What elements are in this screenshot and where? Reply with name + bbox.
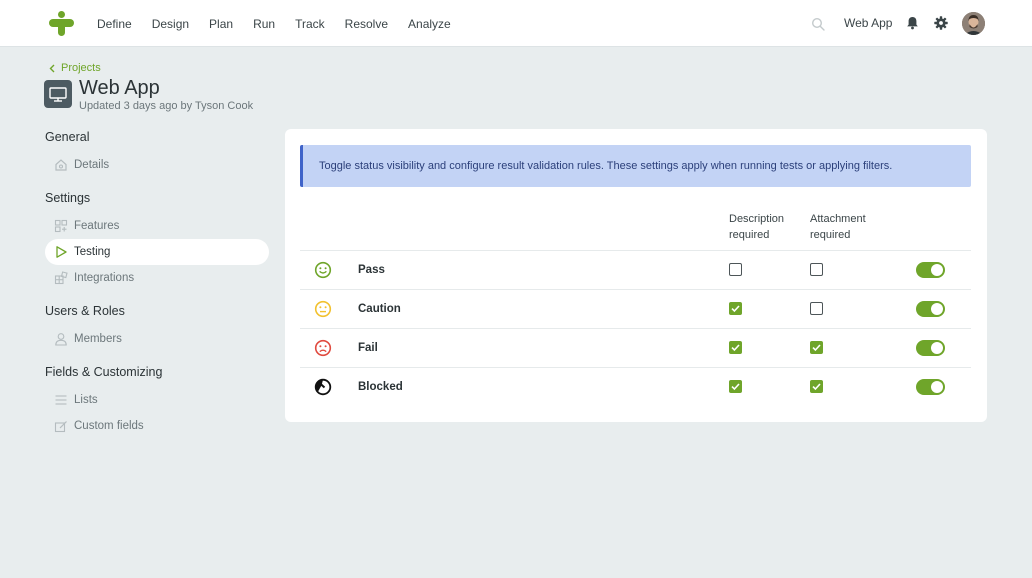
list-icon <box>55 395 67 405</box>
description-required-checkbox[interactable] <box>729 380 742 393</box>
gear-icon[interactable] <box>934 16 948 30</box>
sidebar-item-members[interactable]: Members <box>45 326 269 352</box>
nav-analyze[interactable]: Analyze <box>408 17 451 31</box>
check-icon <box>812 344 821 352</box>
pass-smiley-icon <box>314 261 332 279</box>
top-navigation-bar: Define Design Plan Run Track Resolve Ana… <box>0 0 1032 47</box>
status-label: Pass <box>358 264 385 276</box>
toggle-knob <box>931 264 943 276</box>
nav-resolve[interactable]: Resolve <box>345 17 388 31</box>
nav-plan[interactable]: Plan <box>209 17 233 31</box>
features-icon <box>54 219 68 233</box>
check-icon <box>731 344 740 352</box>
status-visibility-toggle[interactable] <box>916 301 945 317</box>
sidebar-item-features[interactable]: Features <box>45 213 269 239</box>
section-fields-customizing: Fields & Customizing <box>45 365 163 379</box>
nav-define[interactable]: Define <box>97 17 132 31</box>
sidebar-item-integrations[interactable]: Integrations <box>45 265 269 291</box>
column-header-attachment: Attachment required <box>810 213 866 241</box>
description-required-checkbox[interactable] <box>729 263 742 276</box>
status-visibility-toggle[interactable] <box>916 262 945 278</box>
status-row-caution: Caution <box>300 289 971 328</box>
status-visibility-toggle[interactable] <box>916 379 945 395</box>
testing-settings-card: Toggle status visibility and configure r… <box>285 129 987 422</box>
nav-track[interactable]: Track <box>295 17 325 31</box>
status-row-blocked: Blocked <box>300 367 971 406</box>
status-label: Blocked <box>358 381 403 393</box>
status-row-fail: Fail <box>300 328 971 367</box>
sidebar-item-lists[interactable]: Lists <box>45 387 269 413</box>
attachment-required-checkbox[interactable] <box>810 302 823 315</box>
toggle-knob <box>931 342 943 354</box>
description-required-checkbox[interactable] <box>729 341 742 354</box>
bell-icon[interactable] <box>906 16 919 30</box>
description-required-checkbox[interactable] <box>729 302 742 315</box>
monitor-icon <box>44 80 72 108</box>
blocked-icon <box>314 378 332 396</box>
attachment-required-checkbox[interactable] <box>810 263 823 276</box>
caution-neutral-icon <box>314 300 332 318</box>
section-settings: Settings <box>45 191 91 205</box>
status-label: Caution <box>358 303 401 315</box>
project-switcher[interactable]: Web App <box>844 16 892 30</box>
sidebar-item-testing[interactable]: Testing <box>45 239 269 265</box>
app-logo-icon[interactable] <box>49 11 74 36</box>
sidebar-item-details[interactable]: Details <box>45 152 269 178</box>
status-row-pass: Pass <box>300 250 971 289</box>
nav-run[interactable]: Run <box>253 17 275 31</box>
attachment-required-checkbox[interactable] <box>810 341 823 354</box>
main-nav: Define Design Plan Run Track Resolve Ana… <box>97 0 471 47</box>
user-avatar[interactable] <box>962 12 985 35</box>
sidebar-item-label: Integrations <box>74 272 135 284</box>
breadcrumb-projects[interactable]: Projects <box>49 62 101 74</box>
page-title: Web App <box>79 77 160 99</box>
search-icon[interactable] <box>811 17 825 31</box>
attachment-required-checkbox[interactable] <box>810 380 823 393</box>
home-icon <box>55 159 67 171</box>
sidebar-item-label: Testing <box>74 246 111 258</box>
check-icon <box>731 383 740 391</box>
integrations-icon <box>54 271 68 285</box>
section-general: General <box>45 130 90 144</box>
sidebar-item-label: Custom fields <box>74 420 144 432</box>
sidebar-item-label: Details <box>74 159 110 171</box>
sidebar-item-label: Lists <box>74 394 98 406</box>
chevron-left-icon <box>49 64 55 72</box>
sidebar-item-custom-fields[interactable]: Custom fields <box>45 413 269 439</box>
page-subtitle: Updated 3 days ago by Tyson Cook <box>79 100 254 112</box>
play-icon <box>56 246 67 258</box>
toggle-knob <box>931 381 943 393</box>
status-visibility-toggle[interactable] <box>916 340 945 356</box>
breadcrumb-label: Projects <box>61 62 101 74</box>
sidebar-item-label: Features <box>74 220 120 232</box>
user-icon <box>55 333 67 346</box>
section-users-roles: Users & Roles <box>45 304 125 318</box>
status-label: Fail <box>358 342 378 354</box>
toggle-knob <box>931 303 943 315</box>
column-header-description: Description required <box>729 213 785 241</box>
check-icon <box>731 305 740 313</box>
custom-field-icon <box>54 421 67 433</box>
sidebar-item-label: Members <box>74 333 122 345</box>
fail-sad-icon <box>314 339 332 357</box>
info-banner: Toggle status visibility and configure r… <box>300 145 971 187</box>
nav-design[interactable]: Design <box>152 17 189 31</box>
check-icon <box>812 383 821 391</box>
